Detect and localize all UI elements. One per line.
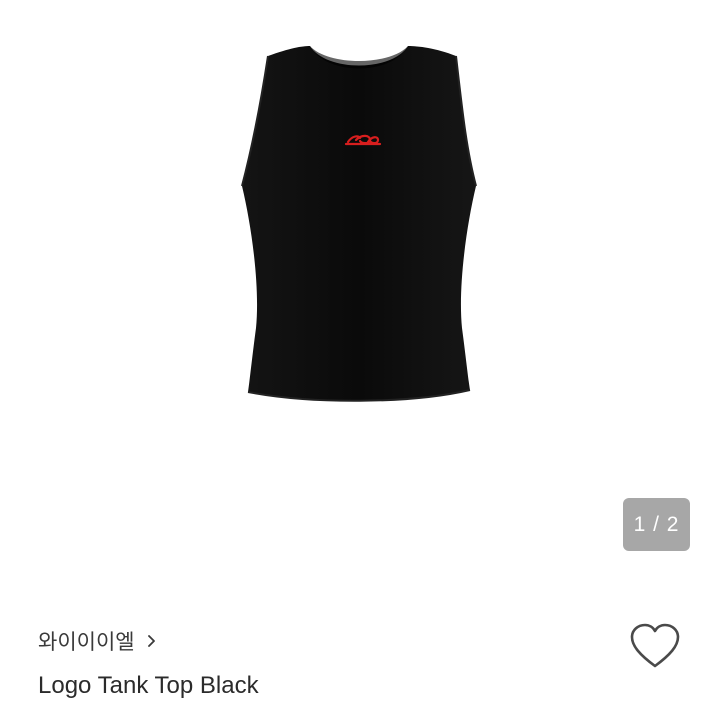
brand-name: 와이이이엘 bbox=[38, 630, 135, 654]
product-page: 1 / 2 와이이이엘 Logo Tank Top Black bbox=[0, 0, 720, 720]
brand-link[interactable]: 와이이이엘 bbox=[38, 624, 159, 658]
product-image bbox=[241, 46, 477, 402]
product-title: Logo Tank Top Black bbox=[38, 672, 259, 699]
heart-outline-icon[interactable] bbox=[628, 622, 682, 672]
image-counter-text: 1 / 2 bbox=[633, 512, 680, 536]
product-gallery[interactable]: 1 / 2 bbox=[0, 0, 720, 580]
chevron-right-icon bbox=[147, 635, 155, 647]
image-counter-badge: 1 / 2 bbox=[623, 498, 690, 551]
